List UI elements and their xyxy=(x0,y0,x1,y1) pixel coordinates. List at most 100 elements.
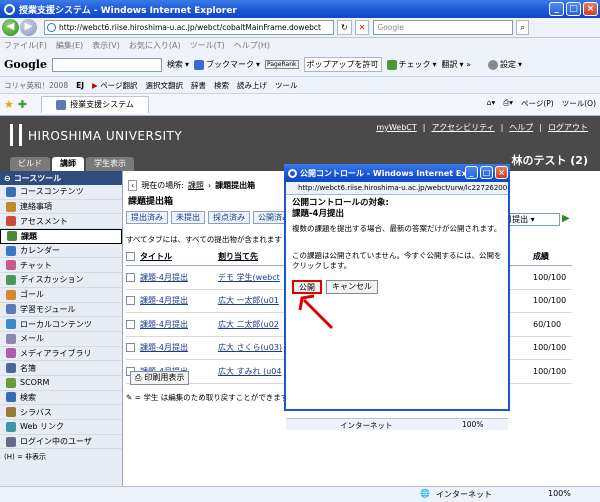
google-search-button[interactable]: 検索 ▾ xyxy=(167,59,189,70)
breadcrumb-link[interactable]: 課題 xyxy=(188,180,204,191)
search-input[interactable]: Google xyxy=(373,20,514,35)
links-item[interactable]: 検索 xyxy=(214,80,229,91)
row-checkbox[interactable] xyxy=(126,319,135,329)
popup-target: 公開コントロールの対象: 課題-4月提出 xyxy=(292,198,389,220)
select-all-checkbox[interactable] xyxy=(126,252,135,261)
sidebar-item[interactable]: 連絡事項 xyxy=(0,200,122,215)
home-icon[interactable]: ⌂▾ xyxy=(487,98,496,109)
menu-file[interactable]: ファイル(F) xyxy=(4,40,47,51)
menu-tools[interactable]: ツール(T) xyxy=(190,40,225,51)
row-checkbox[interactable] xyxy=(126,343,135,353)
settings-button[interactable]: 設定 ▾ xyxy=(487,59,522,70)
row-title-link[interactable]: 課題-4月提出 xyxy=(140,319,218,330)
sidebar-item[interactable]: ログイン中のユーザ xyxy=(0,435,122,450)
tab-build[interactable]: ビルド xyxy=(10,157,50,171)
footnote: ✎ = 学生 は編集のため取り戻すことができます xyxy=(126,393,289,402)
target-label: 公開コントロールの対象: xyxy=(292,198,389,208)
translate-button[interactable]: 翻訳 ▾ » xyxy=(442,59,471,70)
sidebar-heading[interactable]: ⊖ コースツール xyxy=(0,171,122,185)
sidebar-item[interactable]: シラバス xyxy=(0,405,122,420)
tools-menu[interactable]: ツール(O) xyxy=(562,98,596,109)
row-title-link[interactable]: 課題-4月提出 xyxy=(140,342,218,353)
sidebar-item[interactable]: 検索 xyxy=(0,391,122,406)
stop-button[interactable]: ✕ xyxy=(354,20,370,35)
print-icon[interactable]: ⎙▾ xyxy=(503,98,513,109)
accessibility-link[interactable]: アクセシビリティ xyxy=(431,122,494,133)
sidebar-item[interactable]: メディアライブラリ xyxy=(0,347,122,362)
links-item[interactable]: コリャ英和！2008 xyxy=(4,80,68,91)
star-icon xyxy=(193,59,204,70)
tool-icon xyxy=(6,436,16,447)
column-grade[interactable]: 成績 xyxy=(533,251,572,262)
mywebct-link[interactable]: myWebCT xyxy=(376,123,416,132)
go-arrow-icon[interactable]: ▶ xyxy=(562,213,570,224)
popup-close-button[interactable]: × xyxy=(495,166,508,179)
sidebar-item[interactable]: カレンダー xyxy=(0,244,122,259)
row-checkbox[interactable] xyxy=(126,272,135,282)
google-search-input[interactable] xyxy=(51,57,162,72)
sidebar-item[interactable]: アセスメント xyxy=(0,214,122,230)
links-item[interactable]: 選択文翻訳 xyxy=(146,80,184,91)
bookmarks-button[interactable]: ブックマーク ▾ xyxy=(193,59,260,70)
filter-not-submitted[interactable]: 未提出 xyxy=(171,211,205,224)
popup-minimize-button[interactable]: _ xyxy=(465,166,478,179)
links-item[interactable]: ツール xyxy=(275,80,298,91)
sidebar-item[interactable]: Web リンク xyxy=(0,420,122,435)
tab-student-view[interactable]: 学生表示 xyxy=(86,157,134,171)
row-checkbox[interactable] xyxy=(126,296,135,306)
back-button[interactable]: ◀ xyxy=(2,19,19,36)
links-item[interactable]: 辞書 xyxy=(191,80,206,91)
links-item[interactable]: EJ xyxy=(76,81,84,90)
menu-view[interactable]: 表示(V) xyxy=(92,40,120,51)
popup-allow-button[interactable]: ポップアップを許可 xyxy=(303,57,382,72)
sidebar-item[interactable]: ディスカッション xyxy=(0,273,122,288)
row-title-link[interactable]: 課題-4月提出 xyxy=(140,295,218,306)
logout-link[interactable]: ログアウト xyxy=(548,122,588,133)
sidebar-item[interactable]: コースコンテンツ xyxy=(0,185,122,200)
row-title-link[interactable]: 課題-4月提出 xyxy=(140,272,218,283)
sidebar-item[interactable]: チャット xyxy=(0,258,122,274)
sidebar-item[interactable]: メール xyxy=(0,332,122,347)
filter-graded[interactable]: 採点済み xyxy=(208,211,250,224)
menu-favorites[interactable]: お気に入り(A) xyxy=(129,40,181,51)
sidebar-item[interactable]: SCORM xyxy=(0,376,122,391)
tab-instructor[interactable]: 講師 xyxy=(52,157,84,171)
popup-zoom-level[interactable]: 100% xyxy=(462,420,483,429)
sidebar-item[interactable]: 名簿 xyxy=(0,361,122,376)
refresh-button[interactable]: ↻ xyxy=(337,20,352,35)
menu-help[interactable]: ヘルプ(H) xyxy=(234,40,270,51)
sidebar-item-label: メール xyxy=(20,334,44,344)
zoom-level[interactable]: 100% xyxy=(548,489,571,498)
pagerank-indicator: PageRank xyxy=(264,60,299,69)
menu-edit[interactable]: 編集(E) xyxy=(56,40,83,51)
sidebar-item[interactable]: ローカルコンテンツ xyxy=(0,317,122,332)
links-item[interactable]: 読み上げ xyxy=(237,80,267,91)
sidebar-item[interactable]: 学習モジュール xyxy=(0,303,122,318)
sidebar-item-label: アセスメント xyxy=(20,216,68,226)
collapse-icon[interactable]: ⊖ xyxy=(4,174,11,183)
favorites-star-icon[interactable]: ★ xyxy=(4,98,14,111)
sidebar-item[interactable]: 課題 xyxy=(0,229,122,244)
forward-button[interactable]: ▶ xyxy=(20,19,37,36)
close-button[interactable]: × xyxy=(583,2,598,16)
address-bar[interactable]: http://webct6.riise.hiroshima-u.ac.jp/we… xyxy=(44,20,334,35)
tool-icon xyxy=(6,186,16,197)
browser-tab-bar: ★ ✚ 授業支援システム ⌂▾ ⎙▾ ページ(P) ツール(O) xyxy=(0,94,600,116)
breadcrumb-back-icon[interactable]: ‹ xyxy=(128,180,138,191)
filter-tabs: 提出済み 未提出 採点済み 公開済み xyxy=(126,211,295,224)
column-title[interactable]: タイトル xyxy=(140,251,218,262)
print-view-button[interactable]: ⎙ 印刷用表示 xyxy=(130,371,190,385)
browser-title-bar: 授業支援システム - Windows Internet Explorer _ □… xyxy=(0,0,600,18)
minimize-button[interactable]: _ xyxy=(549,2,564,16)
add-favorite-icon[interactable]: ✚ xyxy=(18,98,27,111)
sidebar-item[interactable]: ゴール xyxy=(0,288,122,303)
page-menu[interactable]: ページ(P) xyxy=(521,98,554,109)
maximize-button[interactable]: □ xyxy=(566,2,581,16)
popup-maximize-button[interactable]: □ xyxy=(480,166,493,179)
help-link[interactable]: ヘルプ xyxy=(509,122,533,133)
check-button[interactable]: チェック ▾ xyxy=(386,59,437,70)
browser-tab[interactable]: 授業支援システム xyxy=(41,96,149,113)
search-button[interactable]: ⌕ xyxy=(516,20,529,35)
links-item[interactable]: ▶ ページ翻訳 xyxy=(92,80,138,91)
filter-submitted[interactable]: 提出済み xyxy=(126,211,168,224)
